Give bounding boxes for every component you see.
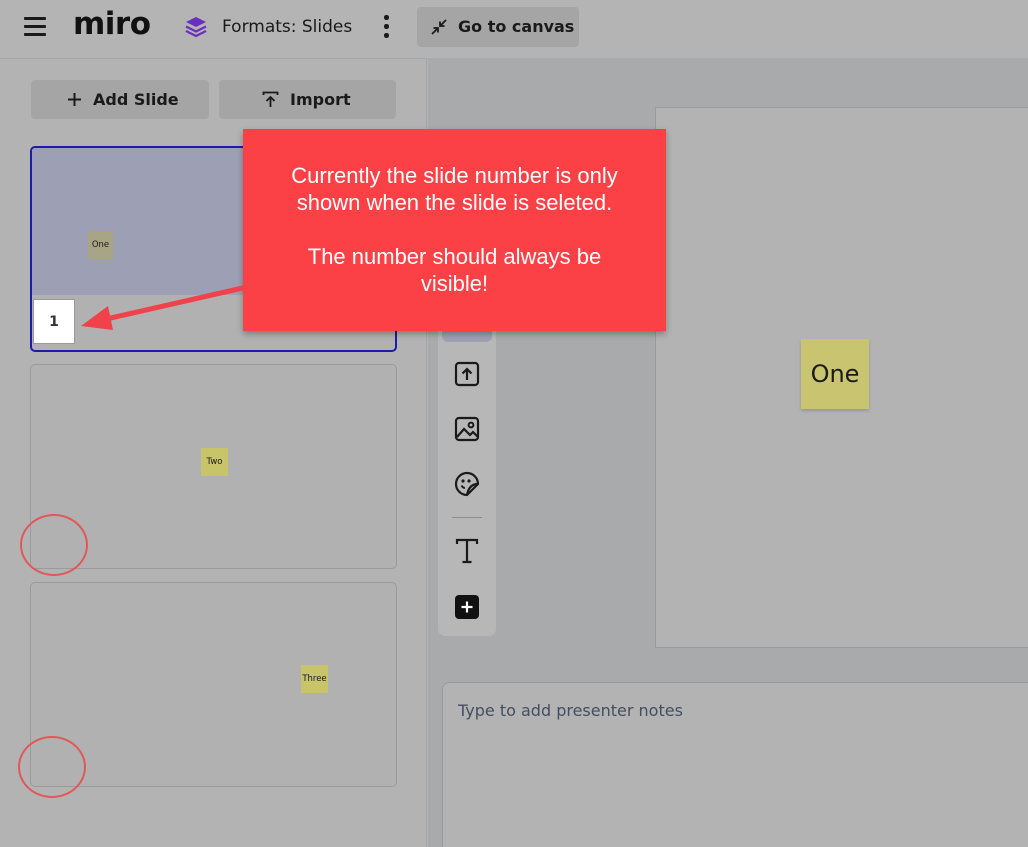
annotation-text: The number should always be visible! [243,243,666,297]
presenter-notes[interactable] [442,682,1028,847]
sticky-note: Three [301,665,328,693]
annotation-line: Currently the slide number is only [291,163,618,188]
sticky-note: Two [201,448,228,476]
layers-icon [185,17,207,38]
annotation-line: visible! [420,271,489,296]
import-button[interactable]: Import [219,80,396,119]
plus-icon [68,93,81,106]
import-label: Import [290,90,351,109]
top-bar: miro Formats: Slides Go to canvas [0,0,1028,58]
upload-icon[interactable] [452,359,482,389]
upload-icon [262,91,279,107]
menu-icon[interactable] [24,16,46,36]
sticker-icon[interactable] [452,469,482,499]
highlight-circle [18,736,86,798]
sticky-note: One [88,231,113,259]
go-to-canvas-button[interactable]: Go to canvas [417,7,579,47]
board-title[interactable]: Formats: Slides [222,17,352,37]
text-icon[interactable] [452,536,482,566]
collapse-arrows-icon [431,19,447,35]
add-icon[interactable] [452,592,482,622]
annotation-text: Currently the slide number is only shown… [243,162,666,216]
miro-logo[interactable]: miro [73,6,151,42]
add-slide-label: Add Slide [93,90,179,109]
annotation-line: The number should always be [307,244,602,269]
slide-number: 1 [33,299,75,344]
annotation-callout: Currently the slide number is only shown… [243,129,666,331]
annotation-line: shown when the slide is seleted. [296,190,613,215]
add-slide-button[interactable]: Add Slide [31,80,209,119]
highlight-circle [20,514,88,576]
slide-toolbar [438,290,496,636]
presenter-notes-input[interactable] [458,695,1018,725]
more-options-icon[interactable] [378,13,394,41]
sticky-note[interactable]: One [801,339,869,409]
go-to-canvas-label: Go to canvas [458,17,575,36]
slide-thumbnail-3[interactable]: Three [30,582,397,787]
toolbar-divider [452,517,482,518]
image-icon[interactable] [452,414,482,444]
